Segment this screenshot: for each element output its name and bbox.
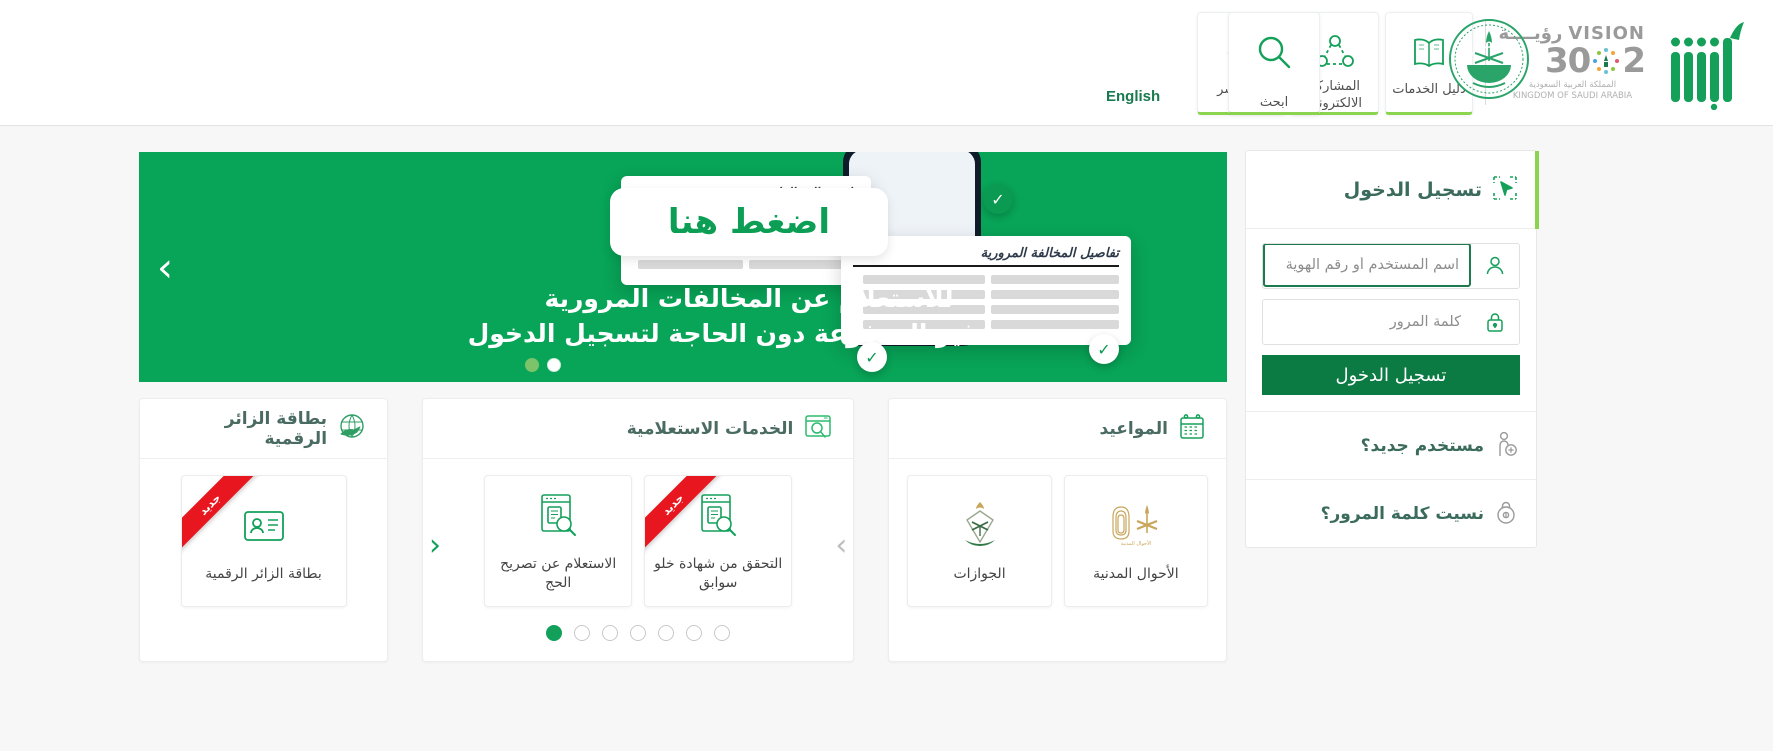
check-badge-icon: ✓ [1089,334,1119,364]
vision-year-right: 30 [1545,41,1591,81]
panels-row: المواعيد الأحوال المدنية الأحوال المدنية… [139,398,1227,662]
carousel-dot[interactable] [714,625,731,641]
service-tile-passports[interactable]: الجوازات [907,475,1052,607]
panel-title: المواعيد [1099,418,1168,439]
username-field-wrapper [1262,243,1520,289]
service-tile-label: الاستعلام عن تصريح الحج [500,556,617,591]
password-field-wrapper [1262,299,1520,345]
hero-pagination-dots [525,358,561,372]
search-button[interactable]: ابحث [1228,12,1320,115]
id-card-icon [241,499,287,553]
hero-subtitle-line2: غير المدفوعة دون الحاجة لتسجيل الدخول [467,319,979,348]
panel-header: بطاقة الزائر الرقمية [140,399,388,459]
moi-emblem-icon [1447,17,1531,101]
forgot-password-link[interactable]: نسيت كلمة المرور؟ [1246,479,1536,547]
passports-icon [955,499,1005,553]
service-tile-label: الأحوال المدنية [1093,565,1179,582]
participation-icon [1315,31,1355,72]
service-tile-civil-affairs[interactable]: الأحوال المدنية الأحوال المدنية [1063,475,1208,607]
service-tile-criminal-record-certificate[interactable]: جديد التحقق من شهادة خلو سوابق [644,475,793,607]
search-icon [1255,33,1293,75]
service-tile-label: التحقق من شهادة خلو سوابق [654,556,783,591]
panel-header: الخدمات الاستعلامية [423,399,854,459]
login-cursor-icon [1492,175,1518,205]
panel-digital-visitor-card: بطاقة الزائر الرقمية جديد بطاقة الزائر ا… [139,398,389,662]
panel-body: › ‹ جديد التحقق من شهادة خلو سوابق الاست… [423,459,853,661]
inquiry-search-icon [803,412,833,446]
check-badge-icon: ✓ [983,184,1013,214]
login-title: تسجيل الدخول [1343,178,1482,201]
forgot-password-label: نسيت كلمة المرور؟ [1320,503,1484,524]
document-search-icon [695,489,741,543]
lock-icon [1471,300,1519,344]
carousel-dot[interactable] [574,625,591,641]
search-label: ابحث [1259,95,1289,110]
civil-affairs-icon: الأحوال المدنية [1109,499,1163,553]
svg-text:الأحوال المدنية: الأحوال المدنية [1121,540,1152,547]
main-content: تسجيل الدخول اسم المستخدم أو رقم الهوية … [0,126,1773,751]
hero-banner[interactable]: ملخص المخالفات تفاصيل المخالفة المرورية … [139,152,1227,382]
site-header: VISION رؤيــــة 2 30 المملكة العربية الس… [0,0,1773,126]
language-switch-english[interactable]: English [1106,88,1160,105]
absher-logo[interactable] [1665,10,1755,110]
hero-cta-button[interactable]: اضغط هنا [609,188,889,256]
panel-inquiry-services: الخدمات الاستعلامية › ‹ جديد التحقق من ش… [422,398,855,662]
panel-body: الأحوال المدنية الأحوال المدنية الجوازات [889,459,1226,649]
carousel-dot-active[interactable] [546,625,563,641]
service-tile-hajj-permit-inquiry[interactable]: الاستعلام عن تصريح الحج [484,475,633,607]
panel-title: بطاقة الزائر الرقمية [224,408,328,449]
user-icon [1471,244,1519,288]
password-input[interactable] [1263,300,1471,344]
carousel-next-arrow[interactable]: › [835,531,847,561]
login-panel-header: تسجيل الدخول [1246,151,1536,229]
calendar-icon [1178,413,1206,445]
new-user-link[interactable]: مستخدم جديد؟ [1246,411,1536,479]
login-form: تسجيل الدخول [1246,229,1536,411]
add-user-icon [1494,431,1518,461]
lock-key-icon [1494,499,1518,529]
carousel-pager [441,625,835,641]
login-panel: تسجيل الدخول اسم المستخدم أو رقم الهوية … [1245,150,1539,548]
carousel-dot[interactable] [658,625,675,641]
globe-plane-icon [337,412,367,446]
carousel-dot[interactable] [602,625,619,641]
hero-dot-active[interactable] [525,358,539,372]
document-search-icon [535,489,581,543]
service-tile-digital-visitor-card[interactable]: جديد بطاقة الزائر الرقمية [180,475,347,607]
carousel-prev-arrow[interactable]: ‹ [429,531,441,561]
hero-dot[interactable] [547,358,561,372]
panel-appointments: المواعيد الأحوال المدنية الأحوال المدنية… [888,398,1227,662]
panel-title: الخدمات الاستعلامية [626,418,794,439]
login-submit-button[interactable]: تسجيل الدخول [1262,355,1520,395]
carousel-dot[interactable] [630,625,647,641]
panel-body: جديد بطاقة الزائر الرقمية [140,459,387,649]
service-tile-label: بطاقة الزائر الرقمية [205,565,322,582]
new-user-label: مستخدم جديد؟ [1360,435,1484,456]
vision-year-left: 2 [1622,41,1646,81]
book-icon [1410,31,1448,75]
service-tile-label: الجوازات [953,565,1006,582]
hero-next-arrow[interactable]: › [157,248,173,288]
username-input[interactable] [1263,244,1471,287]
hero-text-block: اضغط هنا للاستعلام عن المخالفات المرورية… [467,188,979,350]
vision-mosaic-icon [1593,48,1620,74]
carousel-dot[interactable] [686,625,703,641]
absher-wordmark-icon [1671,22,1744,110]
panel-header: المواعيد [889,399,1226,459]
hero-subtitle-line1: للاستعلام عن المخالفات المرورية [544,284,954,313]
